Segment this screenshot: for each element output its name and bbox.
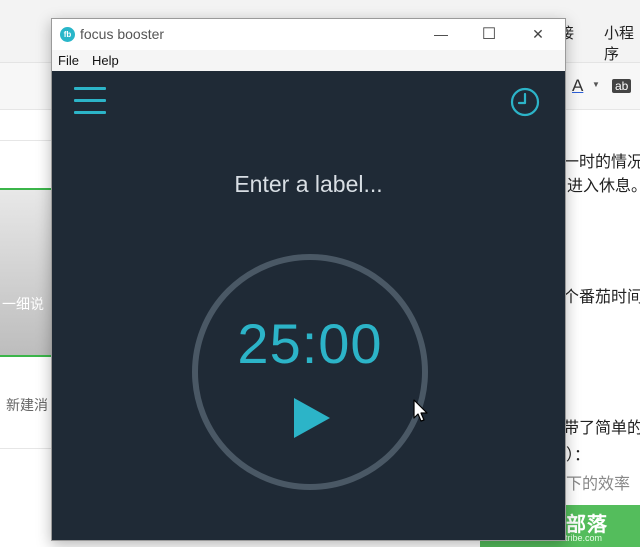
maximize-button[interactable]: ☐ xyxy=(466,19,512,50)
highlight-tool[interactable]: ab xyxy=(612,79,632,93)
timer-display: 25:00 xyxy=(237,312,383,375)
background-text-line: 进入休息。 xyxy=(567,178,640,195)
menu-bar: File Help xyxy=(52,50,565,71)
background-text-line: 下的效率 xyxy=(566,476,631,493)
background-new-message[interactable]: 新建消 xyxy=(6,395,48,415)
background-text-line: 个番茄时间时 xyxy=(563,289,640,306)
menu-file[interactable]: File xyxy=(58,53,79,68)
background-divider xyxy=(0,448,52,449)
background-divider xyxy=(0,140,52,141)
background-selected-card[interactable] xyxy=(0,188,52,357)
label-input[interactable]: Enter a label... xyxy=(52,171,565,198)
close-button[interactable]: ✕ xyxy=(515,19,561,50)
mouse-cursor-icon xyxy=(413,399,428,422)
background-tab-2[interactable]: 小程序 xyxy=(604,22,640,64)
timer-panel: Enter a label... 25:00 xyxy=(52,71,565,540)
font-color-tool[interactable]: A xyxy=(572,76,583,96)
play-icon[interactable] xyxy=(292,396,332,440)
title-bar[interactable]: fb focus booster — ☐ ✕ xyxy=(52,19,565,50)
background-card-text: 一细说 xyxy=(2,296,44,312)
font-color-dropdown-icon[interactable]: ▼ xyxy=(592,80,600,89)
minimize-button[interactable]: — xyxy=(418,19,464,50)
window-title: focus booster xyxy=(80,26,165,42)
menu-help[interactable]: Help xyxy=(92,53,119,68)
clock-history-icon[interactable] xyxy=(510,87,540,117)
background-text-line: ）： xyxy=(566,447,591,464)
hamburger-menu-icon[interactable] xyxy=(74,87,106,115)
background-text-line: 带了简单的 xyxy=(563,420,640,437)
focus-booster-window: fb focus booster — ☐ ✕ File Help Enter a… xyxy=(51,18,566,541)
app-logo-icon: fb xyxy=(60,27,75,42)
background-text-line: 一时的情况。 xyxy=(563,154,640,171)
